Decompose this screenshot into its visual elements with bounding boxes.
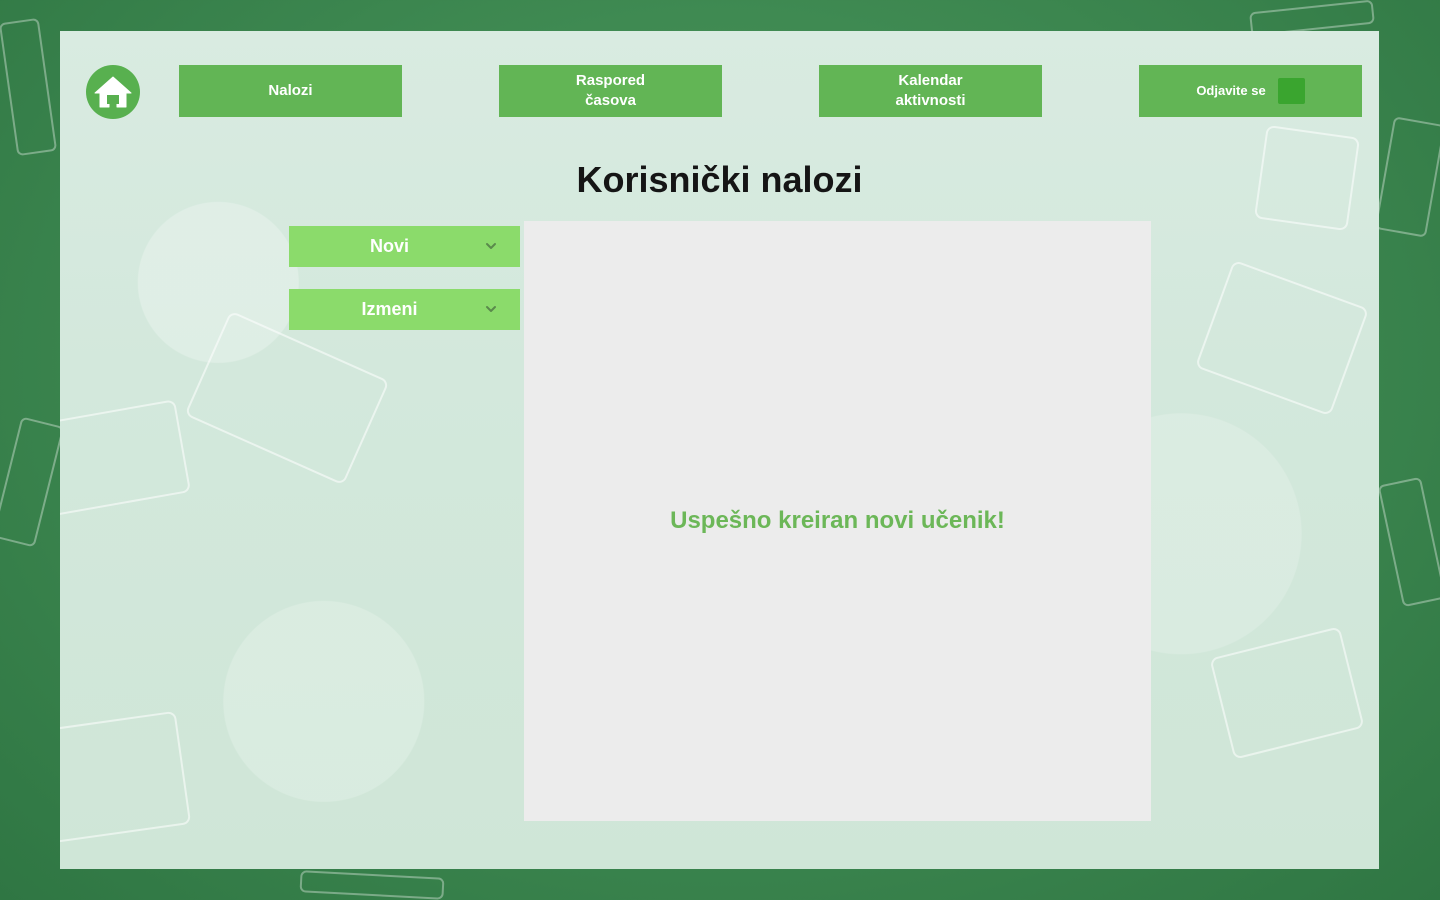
content-area: Uspešno kreiran novi učenik! xyxy=(524,221,1151,821)
logout-label: Odjavite se xyxy=(1196,83,1266,98)
nav-button-label: Nalozi xyxy=(268,82,313,99)
main-panel: Nalozi Raspored časova Kalendar aktivnos… xyxy=(60,31,1379,869)
sidebar-item-izmeni[interactable]: Izmeni xyxy=(289,289,520,330)
background-doodle xyxy=(60,399,192,517)
page-title: Korisnički nalozi xyxy=(576,159,863,200)
logout-icon xyxy=(1277,78,1305,104)
background-doodle xyxy=(0,416,65,548)
background-doodle xyxy=(1374,116,1440,238)
logout-button[interactable]: Odjavite se xyxy=(1139,65,1362,117)
background-doodle xyxy=(1377,476,1440,608)
background-doodle xyxy=(1194,259,1370,417)
nav-button-nalozi[interactable]: Nalozi xyxy=(179,65,402,117)
background-doodle xyxy=(1209,626,1365,760)
sidebar-item-label: Novi xyxy=(369,236,409,256)
home-icon xyxy=(94,76,132,108)
sidebar-item-novi[interactable]: Novi xyxy=(289,226,520,267)
background-doodle xyxy=(0,17,58,157)
home-button[interactable] xyxy=(86,65,140,119)
success-message: Uspešno kreiran novi učenik! xyxy=(670,507,1005,534)
sidebar-item-label: Izmeni xyxy=(361,299,418,319)
nav-button-label: aktivnosti xyxy=(895,92,966,109)
nav-button-label: Raspored xyxy=(575,72,646,89)
background-doodle xyxy=(184,310,390,486)
nav-button-label: časova xyxy=(585,92,636,109)
chevron-down-icon xyxy=(486,243,496,249)
chevron-down-icon xyxy=(486,306,496,312)
nav-button-raspored-casova[interactable]: Raspored časova xyxy=(499,65,722,117)
background-doodle xyxy=(60,710,192,846)
nav-button-label: Kalendar xyxy=(898,72,963,89)
nav-button-kalendar-aktivnosti[interactable]: Kalendar aktivnosti xyxy=(819,65,1042,117)
background-doodle xyxy=(299,870,445,900)
